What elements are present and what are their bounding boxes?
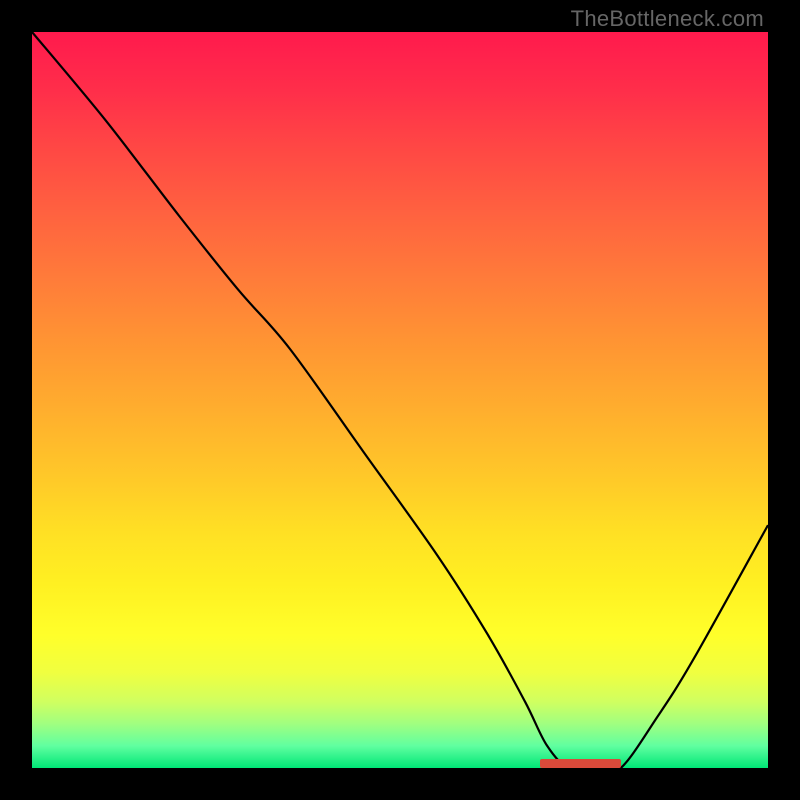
chart-container: TheBottleneck.com: [0, 0, 800, 800]
bottleneck-curve: [32, 32, 768, 768]
plot-area: [32, 32, 768, 768]
watermark-text: TheBottleneck.com: [571, 6, 764, 32]
optimal-range-marker: [540, 759, 621, 768]
curve-svg: [32, 32, 768, 768]
